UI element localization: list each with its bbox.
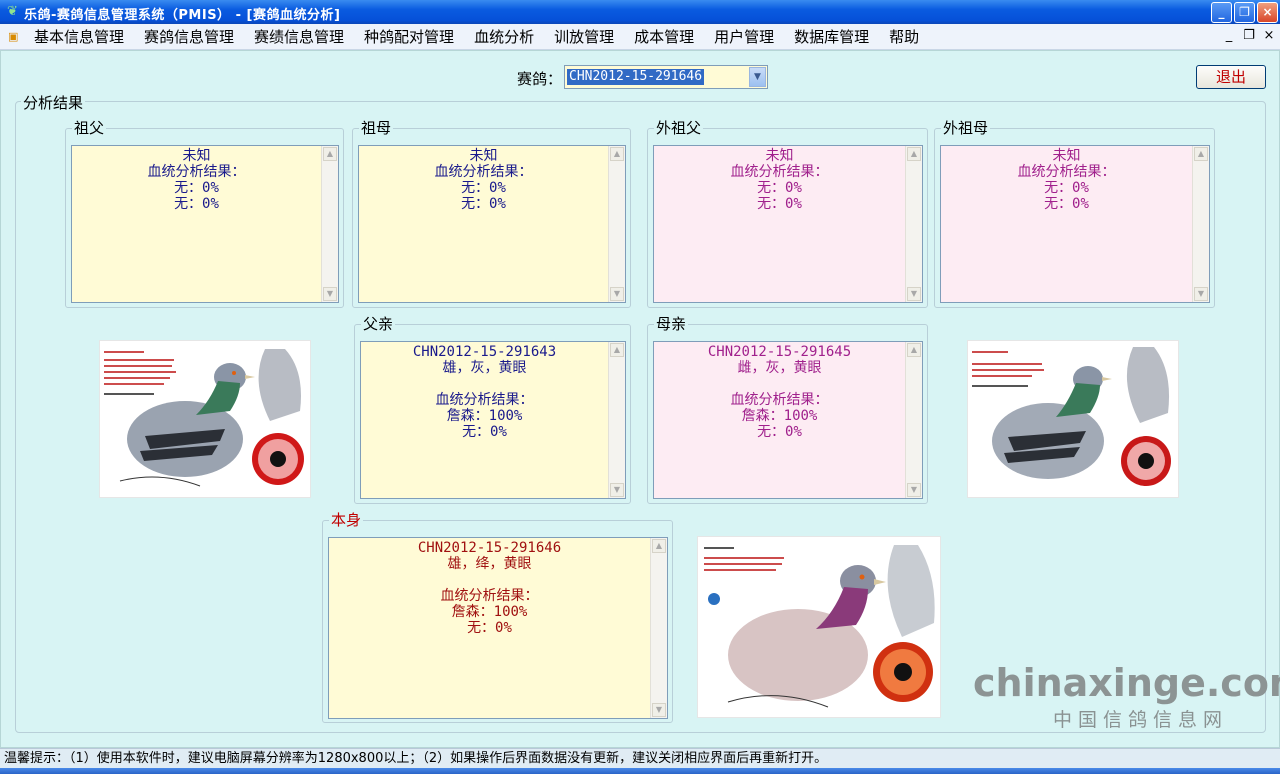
taskbar-strip [0, 768, 1280, 774]
menu-cost[interactable]: 成本管理 [624, 24, 704, 50]
grandmother-text: 未知 血统分析结果： 无：0% 无：0% [434, 148, 533, 212]
close-button[interactable]: × [1257, 2, 1278, 23]
menu-bar: ▣ 基本信息管理 赛鸽信息管理 赛绩信息管理 种鸽配对管理 血统分析 训放管理 … [0, 24, 1280, 50]
scroll-up-icon[interactable]: ▲ [610, 147, 624, 161]
scroll-up-icon[interactable]: ▲ [907, 343, 921, 357]
pigeon-photo-illustration [100, 341, 310, 497]
scroll-down-icon[interactable]: ▼ [652, 703, 666, 717]
self-title: 本身 [329, 511, 364, 529]
chevron-down-icon[interactable]: ▼ [749, 67, 766, 87]
menu-users[interactable]: 用户管理 [704, 24, 784, 50]
scroll-up-icon[interactable]: ▲ [652, 539, 666, 553]
menu-training[interactable]: 训放管理 [544, 24, 624, 50]
maternal-grandfather-title: 外祖父 [654, 119, 704, 137]
scroll-down-icon[interactable]: ▼ [610, 483, 624, 497]
self-pigeon-photo [697, 536, 941, 718]
scroll-up-icon[interactable]: ▲ [907, 147, 921, 161]
mdi-minimize-button[interactable]: _ [1220, 28, 1238, 43]
father-pigeon-photo [99, 340, 311, 498]
pigeon-select-value[interactable]: CHN2012-15-291646 [567, 69, 705, 85]
grandfather-textarea[interactable]: 未知 血统分析结果： 无：0% 无：0% ▲ ▼ [71, 145, 339, 303]
self-box: 本身 CHN2012-15-291646 雄，绛，黄眼 血统分析结果： 詹森：1… [322, 511, 673, 723]
minimize-button[interactable]: _ [1211, 2, 1232, 23]
menu-pedigree-analysis[interactable]: 血统分析 [464, 24, 544, 50]
menu-basic-info[interactable]: 基本信息管理 [24, 24, 134, 50]
mdi-close-button[interactable]: × [1260, 28, 1278, 43]
title-bar: ❦ 乐鸽-赛鸽信息管理系统（PMIS） - [赛鸽血统分析] _ ❐ × [0, 0, 1280, 24]
grandmother-box: 祖母 未知 血统分析结果： 无：0% 无：0% ▲ ▼ [352, 119, 631, 308]
menu-help[interactable]: 帮助 [879, 24, 929, 50]
scroll-down-icon[interactable]: ▼ [610, 287, 624, 301]
window-title: 乐鸽-赛鸽信息管理系统（PMIS） - [赛鸽血统分析] [24, 8, 341, 23]
maternal-grandmother-textarea[interactable]: 未知 血统分析结果： 无：0% 无：0% ▲ ▼ [940, 145, 1210, 303]
scroll-down-icon[interactable]: ▼ [907, 287, 921, 301]
self-text: CHN2012-15-291646 雄，绛，黄眼 血统分析结果： 詹森：100%… [417, 540, 562, 636]
mdi-restore-button[interactable]: ❐ [1240, 28, 1258, 43]
mother-pigeon-photo [967, 340, 1179, 498]
scroll-up-icon[interactable]: ▲ [610, 343, 624, 357]
grandmother-textarea[interactable]: 未知 血统分析结果： 无：0% 无：0% ▲ ▼ [358, 145, 626, 303]
maternal-grandfather-box: 外祖父 未知 血统分析结果： 无：0% 无：0% ▲ ▼ [647, 119, 928, 308]
pigeon-photo-illustration [698, 537, 940, 717]
menu-items: 基本信息管理 赛鸽信息管理 赛绩信息管理 种鸽配对管理 血统分析 训放管理 成本… [24, 24, 929, 50]
grandfather-text: 未知 血统分析结果： 无：0% 无：0% [147, 148, 246, 212]
scrollbar[interactable]: ▲ ▼ [1192, 146, 1209, 302]
mother-box: 母亲 CHN2012-15-291645 雌，灰，黄眼 血统分析结果： 詹森：1… [647, 315, 928, 504]
pigeon-label: 赛鸽： [517, 70, 563, 88]
maternal-grandmother-text: 未知 血统分析结果： 无：0% 无：0% [1017, 148, 1116, 212]
scrollbar[interactable]: ▲ ▼ [608, 146, 625, 302]
maternal-grandmother-title: 外祖母 [941, 119, 991, 137]
menu-database[interactable]: 数据库管理 [784, 24, 879, 50]
father-text: CHN2012-15-291643 雄，灰，黄眼 血统分析结果： 詹森：100%… [412, 344, 557, 440]
scrollbar[interactable]: ▲ ▼ [905, 342, 922, 498]
menu-breeding-pairs[interactable]: 种鸽配对管理 [354, 24, 464, 50]
pigeon-photo-illustration [968, 341, 1178, 497]
father-title: 父亲 [361, 315, 396, 333]
document-icon[interactable]: ▣ [8, 30, 22, 43]
restore-button[interactable]: ❐ [1234, 2, 1255, 23]
mother-textarea[interactable]: CHN2012-15-291645 雌，灰，黄眼 血统分析结果： 詹森：100%… [653, 341, 923, 499]
client-area: 赛鸽： CHN2012-15-291646 ▼ 退出 分析结果 祖父 未知 血统… [0, 50, 1280, 748]
scroll-up-icon[interactable]: ▲ [323, 147, 337, 161]
mother-text: CHN2012-15-291645 雌，灰，黄眼 血统分析结果： 詹森：100%… [707, 344, 852, 440]
status-bar: 温馨提示：（1）使用本软件时，建议电脑屏幕分辨率为1280x800以上；（2）如… [0, 748, 1280, 768]
watermark-subtitle: 中国信鸽信息网 [1053, 709, 1229, 731]
grandfather-title: 祖父 [72, 119, 107, 137]
analysis-title: 分析结果 [21, 92, 86, 113]
grandmother-title: 祖母 [359, 119, 394, 137]
watermark-logo: chinaxinge.com [973, 661, 1280, 705]
maternal-grandfather-textarea[interactable]: 未知 血统分析结果： 无：0% 无：0% ▲ ▼ [653, 145, 923, 303]
scrollbar[interactable]: ▲ ▼ [321, 146, 338, 302]
mother-title: 母亲 [654, 315, 689, 333]
maternal-grandmother-box: 外祖母 未知 血统分析结果： 无：0% 无：0% ▲ ▼ [934, 119, 1215, 308]
maternal-grandfather-text: 未知 血统分析结果： 无：0% 无：0% [730, 148, 829, 212]
scroll-down-icon[interactable]: ▼ [1194, 287, 1208, 301]
scroll-down-icon[interactable]: ▼ [323, 287, 337, 301]
pigeon-select[interactable]: CHN2012-15-291646 ▼ [564, 65, 768, 89]
father-textarea[interactable]: CHN2012-15-291643 雄，灰，黄眼 血统分析结果： 詹森：100%… [360, 341, 626, 499]
scrollbar[interactable]: ▲ ▼ [608, 342, 625, 498]
app-logo-icon: ❦ [7, 4, 18, 19]
exit-button[interactable]: 退出 [1196, 65, 1266, 89]
scrollbar[interactable]: ▲ ▼ [905, 146, 922, 302]
scroll-down-icon[interactable]: ▼ [907, 483, 921, 497]
scroll-up-icon[interactable]: ▲ [1194, 147, 1208, 161]
father-box: 父亲 CHN2012-15-291643 雄，灰，黄眼 血统分析结果： 詹森：1… [354, 315, 631, 504]
menu-race-results[interactable]: 赛绩信息管理 [244, 24, 354, 50]
self-textarea[interactable]: CHN2012-15-291646 雄，绛，黄眼 血统分析结果： 詹森：100%… [328, 537, 668, 719]
menu-pigeon-info[interactable]: 赛鸽信息管理 [134, 24, 244, 50]
grandfather-box: 祖父 未知 血统分析结果： 无：0% 无：0% ▲ ▼ [65, 119, 344, 308]
scrollbar[interactable]: ▲ ▼ [650, 538, 667, 718]
